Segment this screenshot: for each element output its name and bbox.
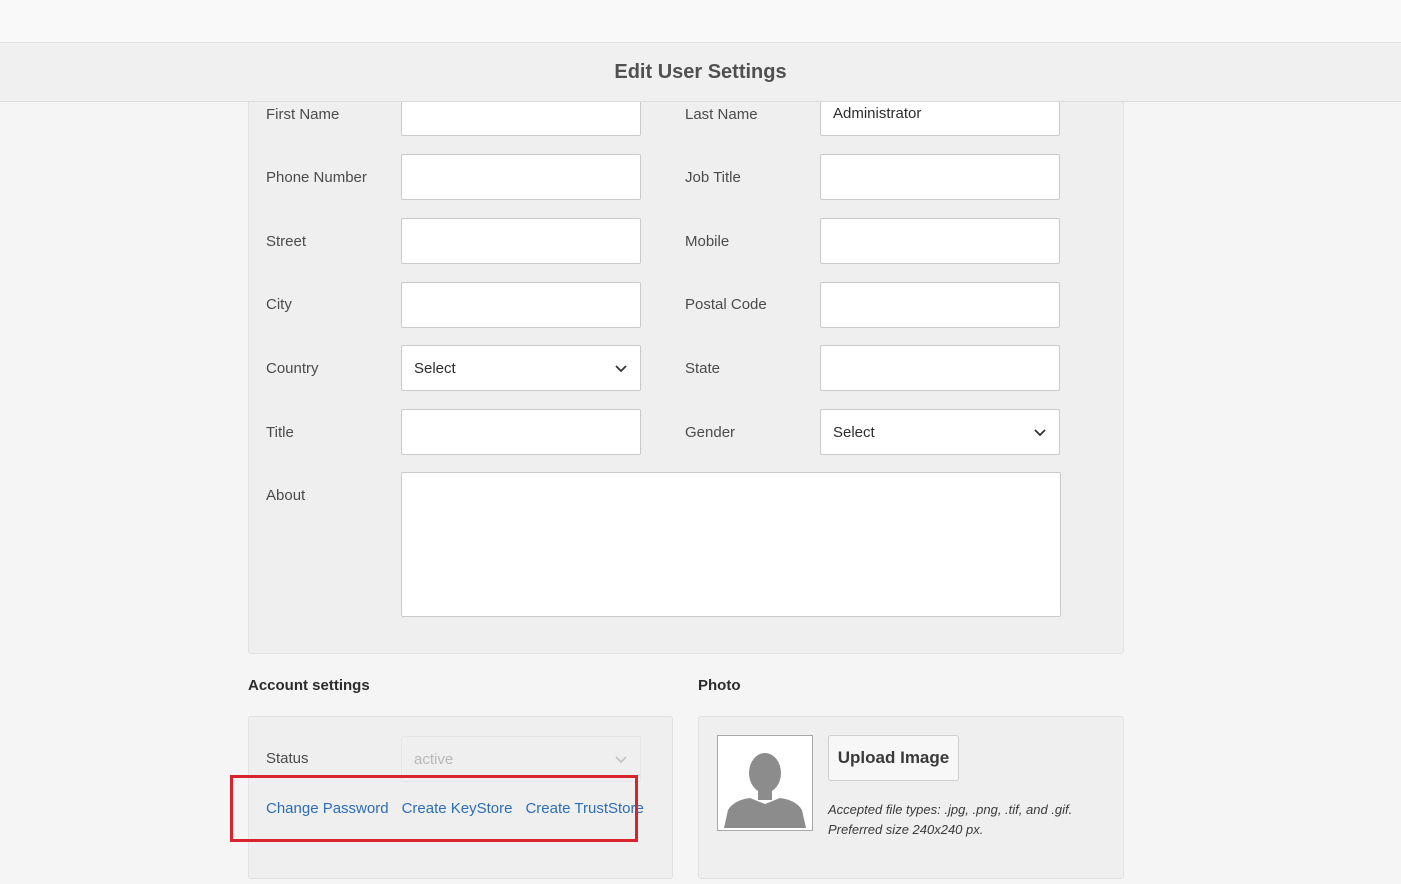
country-label: Country: [266, 360, 319, 377]
city-label: City: [266, 296, 292, 313]
state-input[interactable]: [820, 345, 1060, 391]
top-bar: [0, 0, 1401, 43]
file-types-hint: Accepted file types: .jpg, .png, .tif, a…: [828, 802, 1073, 817]
title-label: Title: [266, 424, 294, 441]
phone-number-label: Phone Number: [266, 169, 367, 186]
page-header: Edit User Settings: [0, 43, 1401, 102]
street-label: Street: [266, 233, 307, 250]
last-name-label: Last Name: [685, 106, 758, 123]
first-name-label: First Name: [266, 106, 340, 123]
avatar: [717, 735, 813, 831]
gender-label: Gender: [685, 424, 736, 441]
job-title-label: Job Title: [685, 169, 741, 186]
chevron-down-icon: [615, 756, 627, 764]
title-input[interactable]: [401, 409, 641, 455]
gender-select[interactable]: Select: [820, 409, 1060, 455]
postal-code-label: Postal Code: [685, 296, 767, 313]
highlight-box: [230, 775, 638, 842]
phone-number-input[interactable]: [401, 154, 641, 200]
city-input[interactable]: [401, 282, 641, 328]
user-silhouette-icon: [720, 738, 810, 828]
street-input[interactable]: [401, 218, 641, 264]
page-title: Edit User Settings: [614, 60, 787, 83]
gender-select-value: Select: [833, 423, 875, 441]
chevron-down-icon: [1034, 429, 1046, 437]
status-select-value: active: [414, 750, 454, 768]
upload-image-button[interactable]: Upload Image: [828, 735, 959, 781]
job-title-input[interactable]: [820, 154, 1060, 200]
state-label: State: [685, 360, 721, 377]
country-select[interactable]: Select: [401, 345, 641, 391]
mobile-label: Mobile: [685, 233, 730, 250]
about-textarea[interactable]: [401, 472, 1061, 617]
account-settings-heading: Account settings: [248, 677, 370, 694]
postal-code-input[interactable]: [820, 282, 1060, 328]
about-label: About: [266, 487, 306, 504]
status-label: Status: [266, 750, 309, 767]
photo-heading: Photo: [698, 677, 741, 694]
preferred-size-hint: Preferred size 240x240 px.: [828, 822, 984, 837]
country-select-value: Select: [414, 359, 456, 377]
mobile-input[interactable]: [820, 218, 1060, 264]
chevron-down-icon: [615, 365, 627, 373]
